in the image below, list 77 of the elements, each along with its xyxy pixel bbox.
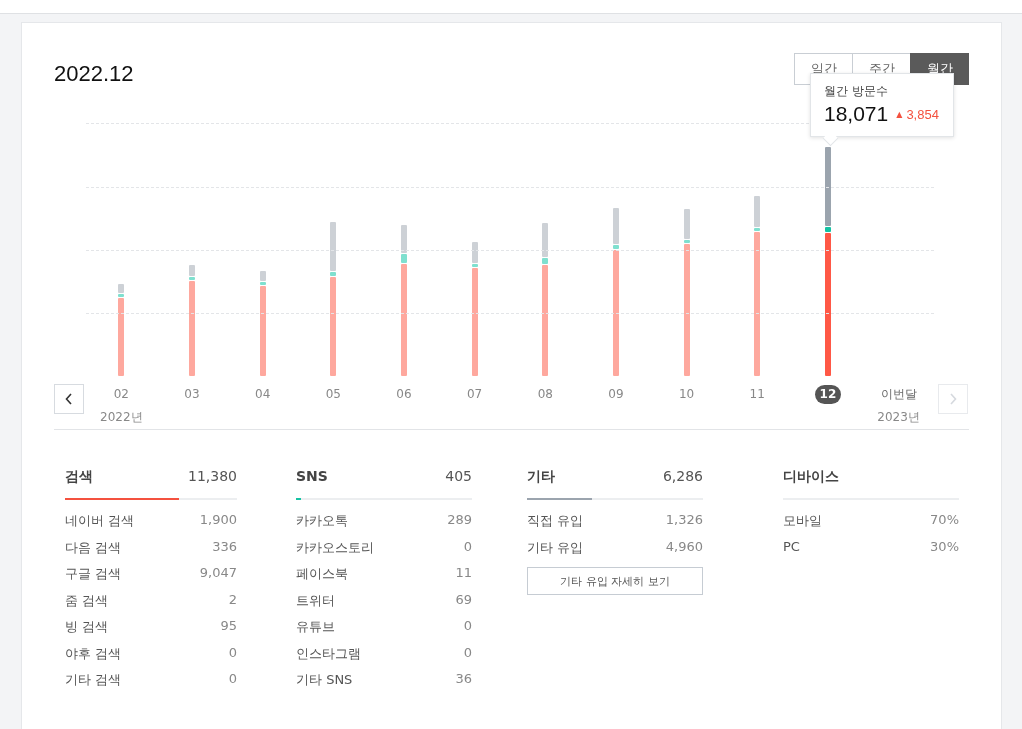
chart-bar[interactable] xyxy=(683,209,690,376)
year-label: 2022년 xyxy=(100,409,143,426)
chart-bar[interactable] xyxy=(825,147,831,376)
chevron-left-icon xyxy=(65,393,73,405)
source-label: 인스타그램 xyxy=(296,644,361,663)
change-value: 3,854 xyxy=(906,106,939,122)
chart-bar[interactable] xyxy=(330,222,337,376)
month-label[interactable]: 11 xyxy=(744,385,770,404)
source-value: 30% xyxy=(930,538,959,556)
source-value: 0 xyxy=(463,644,472,662)
source-label: 기타 검색 xyxy=(65,671,122,689)
current-month-label[interactable]: 이번달 xyxy=(875,385,922,404)
month-label[interactable]: 06 xyxy=(391,385,417,404)
source-value: 95 xyxy=(220,618,237,635)
source-value: 1,900 xyxy=(199,512,237,529)
source-value: 0 xyxy=(463,538,472,556)
source-label: 야후 검색 xyxy=(65,644,122,663)
month-label[interactable]: 12 xyxy=(814,385,842,404)
source-label: 줌 검색 xyxy=(65,591,109,610)
month-label[interactable]: 05 xyxy=(320,385,346,404)
source-label: 구글 검색 xyxy=(65,565,122,583)
month-label[interactable]: 09 xyxy=(603,385,629,404)
month-label[interactable]: 08 xyxy=(532,385,558,404)
month-label[interactable]: 04 xyxy=(250,385,276,404)
source-value: 1,326 xyxy=(665,512,703,529)
chart-bar[interactable] xyxy=(542,223,549,376)
source-label: 직접 유입 xyxy=(527,512,584,530)
source-label: 카카오스토리 xyxy=(296,538,374,557)
source-value: 70% xyxy=(930,512,959,529)
chevron-right-icon xyxy=(948,393,957,405)
source-value: 4,960 xyxy=(665,538,703,556)
category-title: 디바이스 xyxy=(783,468,839,486)
details-button[interactable]: 기타 유입 자세히 보기 xyxy=(527,567,703,595)
source-label: 트위터 xyxy=(296,591,335,610)
source-value: 69 xyxy=(455,591,472,609)
month-label[interactable]: 02 xyxy=(108,385,134,404)
month-label[interactable]: 10 xyxy=(673,385,700,404)
source-value: 11 xyxy=(455,565,472,582)
category-title: 기타 xyxy=(527,468,555,486)
source-value: 0 xyxy=(228,644,237,662)
source-label: 기타 SNS xyxy=(296,671,353,689)
chart-bar[interactable] xyxy=(259,271,266,376)
tooltip-title: 월간 방문수 xyxy=(824,83,889,100)
source-value: 0 xyxy=(463,618,472,635)
source-value: 336 xyxy=(212,538,237,556)
category-total: 405 xyxy=(445,468,472,486)
source-value: 9,047 xyxy=(199,565,237,582)
chart-bar[interactable] xyxy=(471,242,478,376)
source-label: 카카오톡 xyxy=(296,512,348,530)
chart-bar[interactable] xyxy=(613,208,619,376)
category-title: SNS xyxy=(296,468,328,486)
source-label: 모바일 xyxy=(783,512,822,530)
category-title: 검색 xyxy=(65,468,93,486)
source-label: 페이스북 xyxy=(296,565,348,583)
source-label: PC xyxy=(783,538,800,556)
source-label: 다음 검색 xyxy=(65,538,122,557)
source-label: 기타 유입 xyxy=(527,538,584,557)
source-value: 2 xyxy=(228,591,237,609)
month-label[interactable]: 03 xyxy=(179,385,205,404)
source-value: 289 xyxy=(447,512,472,529)
source-value: 36 xyxy=(455,671,472,688)
month-label[interactable]: 07 xyxy=(461,385,488,404)
chart-bar[interactable] xyxy=(754,196,761,376)
source-label: 네이버 검색 xyxy=(65,512,135,530)
chart-bar[interactable] xyxy=(189,265,195,376)
category-total: 6,286 xyxy=(662,468,703,486)
period-title: 2022.12 xyxy=(54,61,134,87)
previous-button[interactable] xyxy=(54,384,84,414)
chart-bar[interactable] xyxy=(118,284,125,376)
category-total: 11,380 xyxy=(188,468,237,486)
source-label: 유튜브 xyxy=(296,618,335,636)
source-label: 빙 검색 xyxy=(65,618,109,636)
chart-bar[interactable] xyxy=(401,225,407,376)
source-value: 0 xyxy=(228,671,237,688)
year-label: 2023년 xyxy=(877,409,920,426)
trend-icon: ▲ xyxy=(896,109,903,119)
visit-count: 18,071 xyxy=(824,102,889,126)
